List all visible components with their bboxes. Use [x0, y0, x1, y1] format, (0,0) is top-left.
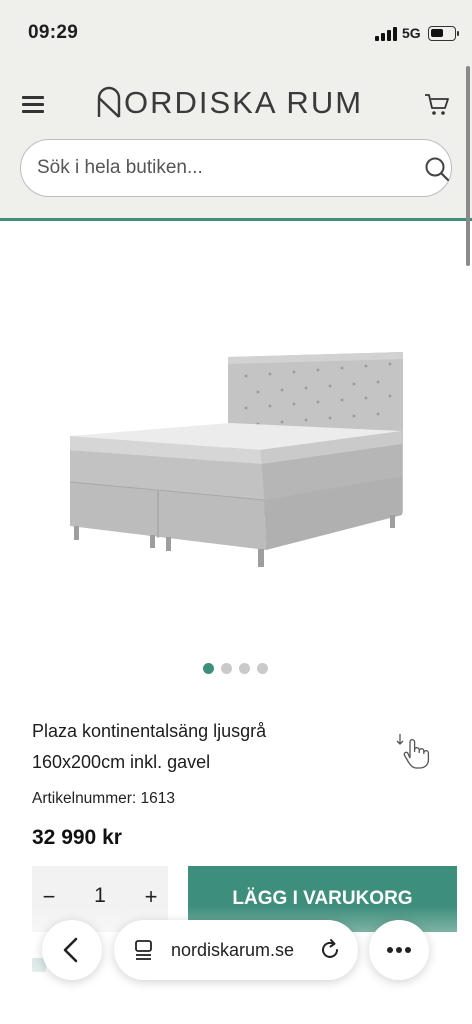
gallery-dot[interactable] — [221, 663, 232, 674]
signal-icon — [375, 27, 399, 41]
touch-zoom-icon — [396, 734, 430, 769]
gallery-dot[interactable] — [203, 663, 214, 674]
product-price: 32 990 kr — [32, 826, 122, 849]
decrease-button[interactable]: − — [38, 884, 60, 910]
product-image[interactable] — [0, 260, 472, 630]
increase-button[interactable]: + — [140, 884, 162, 910]
gallery-dot[interactable] — [257, 663, 268, 674]
scrollbar[interactable] — [466, 66, 470, 266]
sku-label: Artikelnummer: 1613 — [32, 790, 176, 807]
back-button[interactable] — [42, 920, 102, 980]
quantity-value[interactable]: 1 — [84, 884, 116, 908]
search-input[interactable] — [37, 140, 397, 196]
menu-icon[interactable] — [22, 96, 46, 114]
more-dots-icon — [387, 947, 411, 953]
logo-n-mark — [97, 86, 121, 118]
header: 09:29 5G ORDISKA RUM — [0, 0, 472, 218]
page: 09:29 5G ORDISKA RUM Sök i hela butiken.… — [0, 0, 472, 1024]
search-bar — [20, 139, 452, 197]
tabs-icon — [135, 940, 152, 960]
chevron-left-icon — [63, 937, 78, 963]
product-title-line2: 160x200cm inkl. gavel — [32, 752, 211, 772]
site-logo[interactable]: ORDISKA RUM — [96, 84, 381, 122]
network-label: 5G — [402, 25, 421, 41]
battery-icon — [428, 26, 459, 41]
header-divider — [0, 218, 472, 221]
product-title: Plaza kontinentalsäng ljusgrå 160x200cm … — [32, 716, 372, 778]
address-bar[interactable]: nordiskarum.se — [114, 920, 358, 980]
status-time: 09:29 — [28, 22, 79, 43]
cart-icon[interactable] — [424, 93, 450, 117]
more-options-button[interactable] — [369, 920, 429, 980]
url-text: nordiskarum.se — [171, 940, 295, 960]
reload-icon[interactable] — [318, 938, 342, 962]
logo-text: ORDISKA RUM — [124, 85, 364, 120]
search-icon[interactable] — [424, 156, 450, 182]
product-title-line1: Plaza kontinentalsäng ljusgrå — [32, 721, 267, 741]
gallery-dot[interactable] — [239, 663, 250, 674]
gallery-dots — [203, 663, 268, 675]
